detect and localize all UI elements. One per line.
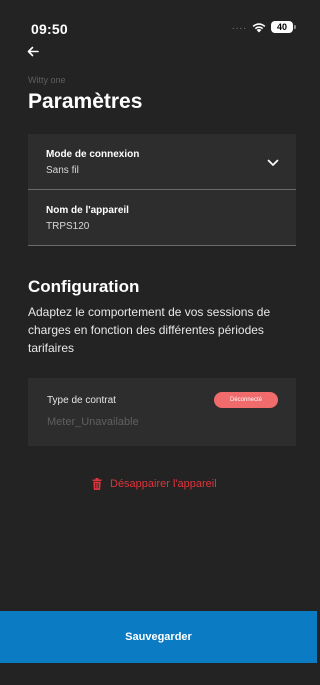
back-button[interactable]: [27, 43, 47, 59]
device-name-label: Nom de l'appareil: [46, 205, 129, 216]
connection-mode-label: Mode de connexion: [46, 149, 140, 160]
save-button[interactable]: Sauvegarder: [0, 611, 317, 663]
arrow-left-icon: [27, 46, 39, 56]
contract-type-label: Type de contrat: [47, 395, 116, 406]
battery-icon: 40: [271, 21, 296, 33]
wifi-icon: [252, 22, 266, 32]
unpair-device-button[interactable]: Désappairer l'appareil: [92, 478, 217, 490]
contract-type-card[interactable]: Type de contrat Déconnecté Meter_Unavail…: [28, 378, 296, 446]
device-name-value: TRPS120: [46, 221, 90, 232]
home-indicator-area: [0, 663, 317, 685]
configuration-title: Configuration: [28, 277, 140, 296]
unpair-device-label: Désappairer l'appareil: [110, 478, 217, 490]
chevron-down-icon: [267, 159, 279, 166]
page-title: Paramètres: [28, 90, 143, 113]
configuration-description: Adaptez le comportement de vos sessions …: [28, 305, 271, 355]
app-subtitle: Witty one: [28, 75, 66, 85]
status-indicators: .... 40: [231, 21, 296, 33]
connection-mode-value: Sans fil: [46, 165, 79, 176]
connection-mode-select[interactable]: Mode de connexion Sans fil: [28, 134, 296, 190]
status-badge: Déconnecté: [214, 392, 278, 408]
trash-icon: [92, 478, 102, 490]
divider: [28, 245, 296, 246]
device-name-field[interactable]: Nom de l'appareil TRPS120: [28, 190, 296, 246]
connection-card: Mode de connexion Sans fil Nom de l'appa…: [28, 134, 296, 246]
settings-screen: 09:50 .... 40 Witty one Paramètres Mode …: [0, 0, 317, 685]
status-bar: 09:50 .... 40: [0, 0, 317, 42]
contract-type-value: Meter_Unavailable: [47, 416, 139, 428]
status-time: 09:50: [31, 21, 68, 37]
signal-icon: ....: [231, 21, 247, 32]
